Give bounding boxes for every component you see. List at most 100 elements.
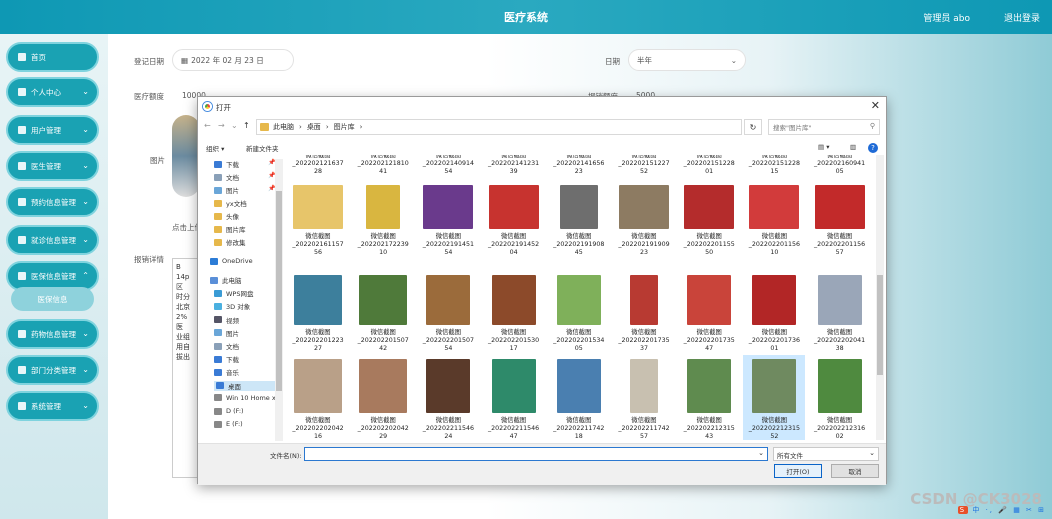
tree-item[interactable]: 下载	[214, 159, 239, 169]
file-item[interactable]: 微信截图 _202202201156 10	[743, 185, 805, 257]
tree-item[interactable]: 此电脑	[210, 275, 242, 285]
file-item[interactable]: 微信截图 _202202172239 10	[352, 185, 414, 257]
file-item[interactable]: 微信截图 _202202160941 05	[809, 155, 871, 176]
refresh-icon[interactable]: ↻	[744, 119, 762, 135]
file-item[interactable]: 微信截图 _202202151228 15	[743, 155, 805, 176]
filename-input[interactable]: ⌄	[304, 447, 768, 461]
user-name[interactable]: 管理员 abo	[923, 11, 970, 24]
cancel-button[interactable]: 取消	[831, 464, 879, 478]
up-icon[interactable]: ↑	[243, 121, 250, 130]
file-item[interactable]: 微信截图 _202202141656 23	[548, 155, 610, 176]
tree-item[interactable]: 图片	[214, 328, 239, 338]
tree-item[interactable]: WPS网盘	[214, 288, 253, 298]
new-folder-button[interactable]: 新建文件夹	[246, 143, 279, 153]
address-bar[interactable]: 此电脑 › 桌面 › 图片库 ›	[256, 119, 742, 135]
file-item[interactable]: 微信截图 _202202211742 57	[613, 355, 675, 440]
sidebar-item-5[interactable]: 就诊信息管理 ⌄	[6, 225, 99, 255]
tree-item[interactable]: OneDrive	[210, 257, 253, 265]
file-item[interactable]: 微信截图 _202202191909 23	[613, 185, 675, 257]
search-input[interactable]: 搜索"图片库" ⚲	[768, 119, 880, 135]
breadcrumb-segment[interactable]: ›	[299, 123, 302, 131]
tree-item[interactable]: E (F:)	[214, 420, 243, 428]
file-item[interactable]: 微信截图 _202202201507 54	[417, 271, 479, 353]
file-name-line: _202202202041	[813, 337, 866, 344]
tree-item[interactable]: 3D 对象	[214, 301, 250, 311]
file-item[interactable]: 微信截图 _202202191452 04	[483, 185, 545, 257]
breadcrumb-segment[interactable]: ›	[360, 123, 363, 131]
tree-item[interactable]: 下载	[214, 354, 239, 364]
sidebar-item-0[interactable]: 首页	[6, 42, 99, 72]
breadcrumb-segment[interactable]: ›	[326, 123, 329, 131]
tree-item[interactable]: 桌面	[214, 380, 278, 391]
file-item[interactable]: 微信截图 _202202201735 47	[678, 271, 740, 353]
period-select[interactable]: 半年 ⌄	[628, 49, 746, 71]
breadcrumb-segment[interactable]: 图片库	[334, 122, 355, 132]
file-item[interactable]: 微信截图 _202202201155 50	[678, 185, 740, 257]
preview-pane-icon[interactable]: ▥	[850, 143, 856, 151]
tree-item[interactable]: D (F:)	[214, 407, 244, 415]
filetype-select[interactable]: 所有文件 ⌄	[773, 447, 879, 461]
tree-item[interactable]: 修改集	[214, 237, 246, 247]
sidebar-item-9[interactable]: 系统管理 ⌄	[6, 391, 99, 421]
file-item[interactable]: 微信截图 _202202211546 24	[417, 355, 479, 440]
file-item[interactable]: 微信截图 _202202212315 52	[743, 355, 806, 440]
file-item[interactable]: 微信截图 _202202140914 54	[417, 155, 479, 176]
file-item[interactable]: 微信截图 _202202211742 18	[548, 355, 610, 440]
sidebar-subitem[interactable]: 医保信息	[11, 287, 94, 311]
tree-scrollbar[interactable]	[275, 159, 283, 441]
tree-item[interactable]: 头像	[214, 211, 239, 221]
file-item[interactable]: 微信截图 _202202151227 52	[613, 155, 675, 176]
tree-item[interactable]: Win 10 Home x	[214, 394, 276, 402]
sidebar-item-7[interactable]: 药物信息管理 ⌄	[6, 319, 99, 349]
breadcrumb-segment[interactable]: 桌面	[307, 122, 321, 132]
forward-icon[interactable]: →	[218, 121, 225, 130]
grid-scrollbar[interactable]	[876, 155, 884, 440]
file-item[interactable]: 微信截图 _202202212316 02	[809, 355, 871, 440]
file-item[interactable]: 微信截图 _202202191451 54	[417, 185, 479, 257]
file-item[interactable]: 微信截图 _202202201156 57	[809, 185, 871, 257]
sidebar-item-3[interactable]: 医生管理 ⌄	[6, 151, 99, 181]
ime-tray[interactable]: S 中 ·, 🎤 ▦ ✂ ⊞	[957, 505, 1046, 515]
file-item[interactable]: 微信截图 _202202191908 45	[548, 185, 610, 257]
file-item[interactable]: 微信截图 _202202121637 28	[287, 155, 349, 176]
tree-item[interactable]: 图片	[214, 185, 239, 195]
file-thumbnail	[426, 359, 471, 413]
file-item[interactable]: 微信截图 _202202211546 47	[483, 355, 545, 440]
file-item[interactable]: 微信截图 _202202141231 39	[483, 155, 545, 176]
file-item[interactable]: 微信截图 _202202201736 01	[743, 271, 805, 353]
chevron-down-icon[interactable]: ⌄	[231, 121, 238, 130]
file-item[interactable]: 微信截图 _202202202042 16	[287, 355, 349, 440]
file-item[interactable]: 微信截图 _202202201507 42	[352, 271, 414, 353]
tree-item[interactable]: 图片库	[214, 224, 246, 234]
logout-link[interactable]: 退出登录	[1004, 11, 1040, 24]
organize-button[interactable]: 组织 ▾	[206, 143, 224, 153]
back-icon[interactable]: ←	[204, 121, 211, 130]
tree-item[interactable]: yx文档	[214, 198, 247, 208]
sidebar-item-4[interactable]: 预约信息管理 ⌄	[6, 187, 99, 217]
breadcrumb-segment[interactable]: 此电脑	[273, 122, 294, 132]
tree-item[interactable]: 文档	[214, 341, 239, 351]
close-icon[interactable]: ✕	[871, 99, 880, 112]
tree-item[interactable]: 音乐	[214, 367, 239, 377]
sidebar-item-2[interactable]: 用户管理 ⌄	[6, 115, 99, 145]
view-icon[interactable]: ▤ ▾	[818, 143, 829, 151]
file-item[interactable]: 微信截图 _202202151228 01	[678, 155, 740, 176]
file-item[interactable]: 微信截图 _202202121810 41	[352, 155, 414, 176]
file-item[interactable]: 微信截图 _202202202041 38	[809, 271, 871, 353]
uploaded-image[interactable]	[172, 115, 200, 197]
chevron-down-icon[interactable]: ⌄	[758, 449, 764, 457]
open-button[interactable]: 打开(O)	[774, 464, 822, 478]
file-item[interactable]: 微信截图 _202202161157 56	[287, 185, 349, 257]
file-item[interactable]: 微信截图 _202202212315 43	[678, 355, 740, 440]
file-item[interactable]: 微信截图 _202202201530 17	[483, 271, 545, 353]
sidebar-item-1[interactable]: 个人中心 ⌄	[6, 77, 99, 107]
file-item[interactable]: 微信截图 _202202201735 37	[613, 271, 675, 353]
tree-item[interactable]: 视频	[214, 315, 239, 325]
file-item[interactable]: 微信截图 _202202201223 27	[287, 271, 349, 353]
sidebar-item-8[interactable]: 部门分类管理 ⌄	[6, 355, 99, 385]
tree-item[interactable]: 文档	[214, 172, 239, 182]
file-item[interactable]: 微信截图 _202202201534 05	[548, 271, 610, 353]
file-item[interactable]: 微信截图 _202202202042 29	[352, 355, 414, 440]
date-input[interactable]: ▦ 2022 年 02 月 23 日	[172, 49, 294, 71]
help-icon[interactable]: ?	[868, 143, 878, 153]
